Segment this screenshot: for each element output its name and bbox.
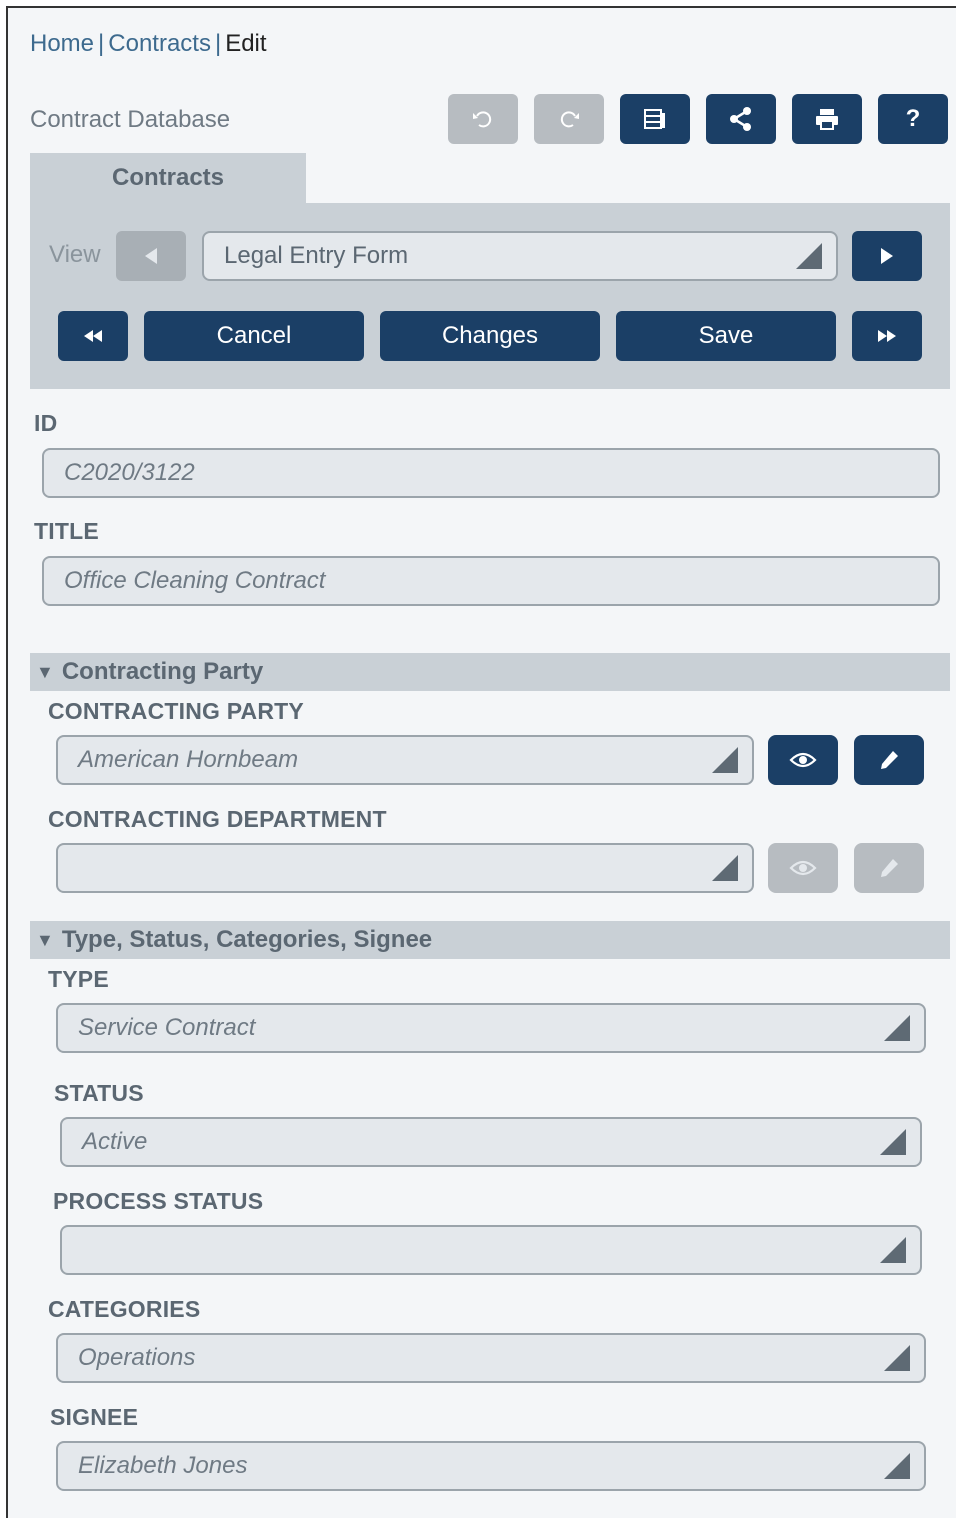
breadcrumb-home[interactable]: Home (30, 30, 94, 57)
dropdown-arrow-icon (884, 1345, 910, 1371)
id-label: ID (34, 410, 58, 436)
dropdown-arrow-icon (712, 747, 738, 773)
share-icon (730, 107, 751, 131)
process-status-label: PROCESS STATUS (53, 1188, 264, 1214)
dropdown-arrow-icon (880, 1237, 906, 1263)
collapse-triangle-icon: ▼ (36, 929, 54, 950)
type-label: TYPE (48, 966, 109, 992)
signee-value: Elizabeth Jones (78, 1452, 248, 1479)
breadcrumb-contracts[interactable]: Contracts (108, 30, 211, 57)
edit-department-button[interactable] (854, 843, 924, 893)
view-department-button[interactable] (768, 843, 838, 893)
section-contracting-party[interactable]: ▼ Contracting Party (30, 653, 950, 691)
id-field[interactable]: C2020/3122 (42, 448, 940, 498)
categories-select[interactable]: Operations (56, 1333, 926, 1383)
contracting-party-value: American Hornbeam (78, 746, 299, 773)
contracting-party-select[interactable]: American Hornbeam (56, 735, 754, 785)
print-icon (816, 109, 838, 130)
title-field[interactable]: Office Cleaning Contract (42, 556, 940, 606)
view-select[interactable]: Legal Entry Form (202, 231, 838, 281)
help-button[interactable]: ? (878, 94, 948, 144)
process-status-select[interactable] (60, 1225, 922, 1275)
collapse-triangle-icon: ▼ (36, 661, 54, 682)
section-title: Contracting Party (61, 658, 264, 685)
dropdown-arrow-icon (880, 1129, 906, 1155)
first-record-button[interactable] (58, 311, 128, 361)
redo-icon (560, 111, 579, 128)
eye-icon (789, 752, 817, 768)
cancel-button[interactable]: Cancel (144, 311, 364, 361)
categories-value: Operations (78, 1344, 196, 1371)
section-type-status[interactable]: ▼ Type, Status, Categories, Signee (30, 921, 950, 959)
undo-button[interactable] (448, 94, 518, 144)
help-icon: ? (905, 105, 921, 132)
undo-icon (473, 111, 492, 128)
last-record-button[interactable] (852, 311, 922, 361)
title-label: TITLE (34, 518, 99, 544)
dropdown-arrow-icon (712, 855, 738, 881)
app-frame: Home | Contracts | Edit Contract Database (6, 6, 956, 1518)
changes-button[interactable]: Changes (380, 311, 600, 361)
dropdown-arrow-icon (884, 1453, 910, 1479)
categories-label: CATEGORIES (48, 1296, 201, 1322)
breadcrumb-separator: | (214, 30, 222, 57)
redo-button[interactable] (534, 94, 604, 144)
signee-label: SIGNEE (50, 1404, 139, 1430)
dropdown-arrow-icon (884, 1015, 910, 1041)
view-select-value: Legal Entry Form (224, 242, 409, 269)
title-value: Office Cleaning Contract (64, 567, 326, 594)
print-button[interactable] (792, 94, 862, 144)
type-select[interactable]: Service Contract (56, 1003, 926, 1053)
id-value: C2020/3122 (64, 459, 195, 486)
dropdown-arrow-icon (796, 243, 822, 269)
pencil-icon (881, 751, 898, 769)
pencil-icon (881, 859, 898, 877)
next-view-button[interactable] (852, 231, 922, 281)
breadcrumb-current: Edit (225, 30, 267, 57)
triangle-right-icon (881, 248, 893, 264)
tab-contracts[interactable]: Contracts (30, 153, 306, 203)
edit-party-button[interactable] (854, 735, 924, 785)
status-value: Active (82, 1128, 148, 1155)
eye-icon (789, 860, 817, 876)
status-select[interactable]: Active (60, 1117, 922, 1167)
view-label: View (49, 241, 101, 268)
grid-icon (644, 109, 665, 129)
section-title: Type, Status, Categories, Signee (61, 926, 433, 953)
grid-view-button[interactable] (620, 94, 690, 144)
view-party-button[interactable] (768, 735, 838, 785)
save-button[interactable]: Save (616, 311, 836, 361)
share-button[interactable] (706, 94, 776, 144)
contracting-department-label: CONTRACTING DEPARTMENT (48, 806, 387, 832)
breadcrumb: Home | Contracts | Edit (30, 30, 267, 58)
previous-view-button[interactable] (116, 231, 186, 281)
breadcrumb-separator: | (98, 30, 105, 57)
record-navigation-panel: View Legal Entry Form Cancel Changes Sav… (30, 203, 950, 389)
fast-forward-icon (878, 330, 896, 342)
rewind-icon (84, 330, 102, 342)
type-value: Service Contract (78, 1014, 256, 1041)
signee-select[interactable]: Elizabeth Jones (56, 1441, 926, 1491)
status-label: STATUS (54, 1080, 144, 1106)
triangle-left-icon (145, 248, 157, 264)
contracting-department-select[interactable] (56, 843, 754, 893)
app-title: Contract Database (30, 106, 231, 133)
contracting-party-label: CONTRACTING PARTY (48, 698, 304, 724)
